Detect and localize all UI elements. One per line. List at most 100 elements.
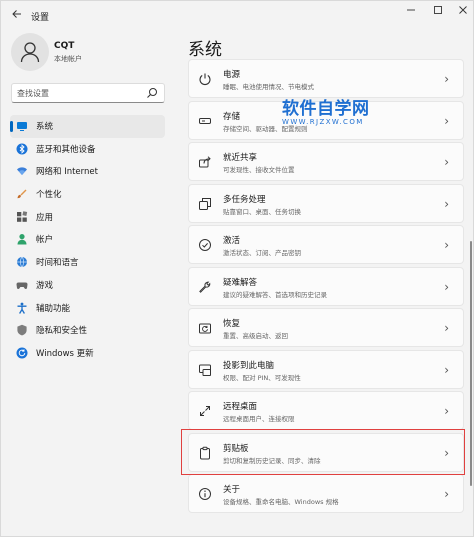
back-arrow-icon xyxy=(12,10,21,18)
setting-description: 可发现性、接收文件位置 xyxy=(223,166,295,174)
back-button[interactable] xyxy=(9,8,25,24)
sidebar-nav: 系统 蓝牙和其他设备 网络和 Internet 个性化 应用 帐户 时间和语言 … xyxy=(10,115,165,365)
sidebar-item-label: 蓝牙和其他设备 xyxy=(36,144,96,155)
sidebar-item-label: 辅助功能 xyxy=(36,303,71,314)
account-type: 本地帐户 xyxy=(54,55,82,63)
sidebar-item-privacy[interactable]: 隐私和安全性 xyxy=(10,319,165,342)
apps-icon xyxy=(16,210,28,223)
setting-card-power[interactable]: 电源 睡眠、电池使用情况、节电模式 › xyxy=(188,59,464,98)
setting-title: 多任务处理 xyxy=(223,194,266,205)
setting-description: 设备规格、重命名电脑、Windows 规格 xyxy=(223,498,339,506)
setting-description: 建议的疑难解答、首选项和历史记录 xyxy=(223,290,327,299)
sidebar-item-label: 游戏 xyxy=(36,280,54,291)
setting-card-clipboard[interactable]: 剪贴板 剪切和复制历史记录、同步、清除 › xyxy=(188,432,464,472)
sidebar-item-label: 帐户 xyxy=(36,235,54,246)
chevron-right-icon: › xyxy=(444,362,449,377)
chevron-right-icon: › xyxy=(444,113,449,128)
person-icon xyxy=(16,233,28,245)
sidebar-item-network[interactable]: 网络和 Internet xyxy=(10,160,165,183)
avatar xyxy=(11,33,49,71)
setting-card-recovery[interactable]: 恢复 重置、高级启动、返回 › xyxy=(188,308,464,347)
title-bar: 设置 xyxy=(1,1,474,31)
search-input[interactable] xyxy=(17,86,142,100)
sidebar-item-label: 个性化 xyxy=(36,190,62,201)
setting-card-remote-desktop[interactable]: 远程桌面 远程桌面用户、连接权限 › xyxy=(188,391,464,430)
watermark-text: 软件自学网 xyxy=(282,99,370,119)
setting-card-multitasking[interactable]: 多任务处理 贴靠窗口、桌面、任务切换 › xyxy=(188,183,464,223)
setting-card-project-to-pc[interactable]: 投影到此电脑 权限、配对 PIN、可发现性 › xyxy=(188,349,464,389)
user-name: CQT xyxy=(54,41,75,51)
project-icon xyxy=(197,362,213,378)
power-icon xyxy=(197,71,213,87)
setting-description: 重置、高级启动、返回 xyxy=(223,332,288,340)
setting-title: 剪贴板 xyxy=(223,443,249,454)
setting-title: 激活 xyxy=(223,236,241,246)
sidebar-item-label: 网络和 Internet xyxy=(36,167,98,178)
paintbrush-icon xyxy=(16,188,28,200)
setting-title: 电源 xyxy=(223,70,241,80)
wrench-icon xyxy=(197,279,213,295)
chevron-right-icon: › xyxy=(444,72,449,86)
close-icon xyxy=(459,6,467,14)
setting-card-troubleshoot[interactable]: 疑难解答 建议的疑难解答、首选项和历史记录 › xyxy=(188,266,464,306)
setting-title: 关于 xyxy=(223,485,241,495)
nearby-share-icon xyxy=(197,154,213,170)
setting-card-activation[interactable]: 激活 激活状态、订阅、产品密钥 › xyxy=(188,225,464,264)
sidebar-item-windows-update[interactable]: Windows 更新 xyxy=(10,342,165,365)
clipboard-icon xyxy=(197,445,213,461)
sidebar-item-label: 隐私和安全性 xyxy=(36,326,88,337)
watermark-url: WWW.RJZXW.COM xyxy=(282,118,364,126)
search-box[interactable] xyxy=(11,83,165,103)
window-title: 设置 xyxy=(31,13,50,23)
update-icon xyxy=(16,347,28,359)
setting-title: 疑难解答 xyxy=(223,277,258,288)
sidebar-item-accessibility[interactable]: 辅助功能 xyxy=(10,297,165,320)
scrollbar[interactable] xyxy=(470,241,472,486)
chevron-right-icon: › xyxy=(444,487,449,501)
accessibility-icon xyxy=(16,302,28,314)
sidebar-item-accounts[interactable]: 帐户 xyxy=(10,228,165,251)
chevron-right-icon: › xyxy=(444,445,449,460)
setting-description: 权限、配对 PIN、可发现性 xyxy=(223,373,301,382)
chevron-right-icon: › xyxy=(444,155,449,169)
sidebar-item-system[interactable]: 系统 xyxy=(10,115,165,138)
sidebar-item-gaming[interactable]: 游戏 xyxy=(10,274,165,297)
setting-title: 投影到此电脑 xyxy=(223,360,275,371)
page-title: 系统 xyxy=(188,40,222,60)
close-button[interactable] xyxy=(453,5,473,21)
setting-title: 存储 xyxy=(223,111,241,122)
sidebar-item-apps[interactable]: 应用 xyxy=(10,206,165,229)
chevron-right-icon: › xyxy=(444,404,449,418)
recovery-icon xyxy=(197,320,213,336)
sidebar-item-bluetooth[interactable]: 蓝牙和其他设备 xyxy=(10,138,165,161)
setting-title: 远程桌面 xyxy=(223,402,258,412)
setting-description: 激活状态、订阅、产品密钥 xyxy=(223,249,301,257)
setting-card-about[interactable]: 关于 设备规格、重命名电脑、Windows 规格 › xyxy=(188,474,464,513)
setting-card-nearby-share[interactable]: 就近共享 可发现性、接收文件位置 › xyxy=(188,142,464,181)
minimize-icon xyxy=(407,9,415,11)
globe-clock-icon xyxy=(16,256,28,268)
maximize-button[interactable] xyxy=(428,5,448,21)
settings-window: 设置 CQT 本地帐户 系统 xyxy=(0,0,474,537)
sidebar-item-label: 系统 xyxy=(36,122,54,132)
sidebar-item-label: 应用 xyxy=(36,212,54,223)
setting-description: 睡眠、电池使用情况、节电模式 xyxy=(223,83,314,91)
chevron-right-icon: › xyxy=(444,238,449,252)
search-icon[interactable] xyxy=(146,87,158,99)
maximize-icon xyxy=(434,6,442,14)
settings-list: 电源 睡眠、电池使用情况、节电模式 › 存储 存储空间、驱动器、配置规则 › 就… xyxy=(188,59,464,537)
shield-icon xyxy=(16,324,28,336)
minimize-button[interactable] xyxy=(401,5,421,21)
sidebar-item-personalization[interactable]: 个性化 xyxy=(10,183,165,206)
user-profile[interactable]: CQT 本地帐户 xyxy=(11,33,171,73)
watermark: 软件自学网 WWW.RJZXW.COM xyxy=(282,94,370,126)
sidebar-item-label: 时间和语言 xyxy=(36,258,79,269)
sidebar-item-time-language[interactable]: 时间和语言 xyxy=(10,251,165,274)
chevron-right-icon: › xyxy=(444,279,449,294)
multitasking-icon xyxy=(197,196,213,212)
storage-icon xyxy=(197,113,213,129)
setting-title: 就近共享 xyxy=(223,153,258,163)
chevron-right-icon: › xyxy=(444,321,449,335)
setting-description: 剪切和复制历史记录、同步、清除 xyxy=(223,456,321,465)
remote-desktop-icon xyxy=(197,403,213,419)
